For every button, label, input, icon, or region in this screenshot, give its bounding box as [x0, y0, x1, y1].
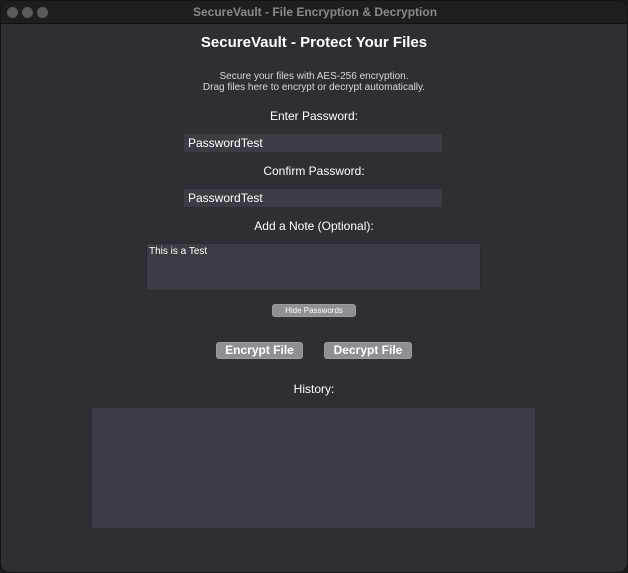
description-line-2: Drag files here to encrypt or decrypt au… [202, 82, 426, 93]
app-window: SecureVault - File Encryption & Decrypti… [0, 0, 628, 573]
confirm-password-label: Confirm Password: [263, 164, 365, 178]
note-label: Add a Note (Optional): [254, 219, 374, 233]
password-label: Enter Password: [269, 109, 359, 123]
window-title: SecureVault - File Encryption & Decrypti… [192, 5, 438, 19]
decrypt-file-button[interactable]: Decrypt File [324, 342, 412, 359]
note-textarea[interactable]: This is a Test [146, 243, 481, 291]
title-bar[interactable]: SecureVault - File Encryption & Decrypti… [1, 1, 627, 24]
history-label: History: [293, 382, 335, 396]
password-field[interactable] [184, 134, 442, 152]
confirm-password-field[interactable] [184, 189, 442, 207]
page-title: SecureVault - Protect Your Files [200, 34, 428, 51]
hide-passwords-button[interactable]: Hide Passwords [272, 304, 356, 317]
encrypt-file-button[interactable]: Encrypt File [216, 342, 303, 359]
history-list[interactable] [92, 408, 535, 528]
